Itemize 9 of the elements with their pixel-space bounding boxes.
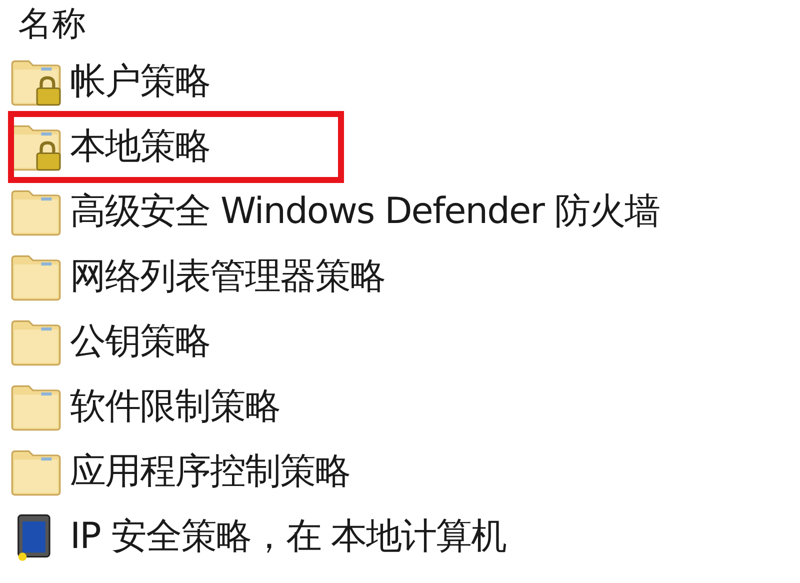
policy-item[interactable]: 本地策略 bbox=[70, 123, 210, 171]
policy-item[interactable]: 高级安全 Windows Defender 防火墙 bbox=[70, 188, 660, 236]
policy-item[interactable]: 帐户策略 bbox=[70, 58, 210, 106]
policy-item[interactable]: 软件限制策略 bbox=[70, 383, 280, 431]
policy-item[interactable]: IP 安全策略，在 本地计算机 bbox=[70, 513, 506, 561]
policy-item[interactable]: 公钥策略 bbox=[70, 318, 210, 366]
column-header[interactable]: 名称 bbox=[0, 4, 86, 44]
policy-item[interactable]: 应用程序控制策略 bbox=[70, 448, 350, 496]
policy-item[interactable]: 网络列表管理器策略 bbox=[70, 253, 385, 301]
